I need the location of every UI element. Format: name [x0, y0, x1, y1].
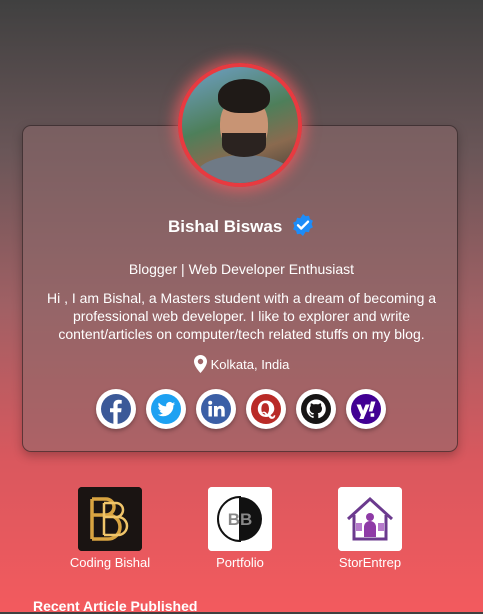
profile-tagline: Blogger | Web Developer Enthusiast [128, 261, 355, 277]
verified-badge-icon [293, 214, 313, 236]
profile-location: Kolkata, India [0, 355, 483, 374]
profile-name: Bishal Biswas [167, 217, 283, 236]
github-icon [301, 394, 331, 424]
facebook-link[interactable] [96, 389, 136, 429]
social-links [96, 389, 386, 429]
profile-bio: Hi , I am Bishal, a Masters student with… [46, 290, 437, 342]
storentrep-label: StorEntrep [338, 555, 402, 570]
linkedin-icon [201, 394, 231, 424]
quora-link[interactable] [246, 389, 286, 429]
svg-text:BB: BB [228, 510, 253, 529]
portfolio-logo-icon: BB [208, 487, 272, 551]
location-pin-icon [193, 355, 207, 373]
facebook-icon [101, 394, 131, 424]
project-links: Coding Bishal BB Portfolio StorEntrep [55, 487, 425, 577]
linkedin-link[interactable] [196, 389, 236, 429]
portfolio-link[interactable]: BB Portfolio [185, 487, 295, 571]
storentrep-logo-icon [338, 487, 402, 551]
twitter-link[interactable] [146, 389, 186, 429]
location-text: Kolkata, India [210, 357, 290, 372]
twitter-icon [151, 394, 181, 424]
coding-bishal-label: Coding Bishal [69, 555, 151, 570]
profile-name-row: Bishal Biswas [0, 213, 483, 240]
quora-icon [251, 394, 281, 424]
github-link[interactable] [296, 389, 336, 429]
profile-avatar [178, 63, 302, 187]
storentrep-link[interactable]: StorEntrep [315, 487, 425, 571]
portfolio-label: Portfolio [216, 555, 264, 570]
coding-bishal-logo-icon [78, 487, 142, 551]
yahoo-link[interactable] [346, 389, 386, 429]
coding-bishal-link[interactable]: Coding Bishal [55, 487, 165, 571]
yahoo-icon [351, 394, 381, 424]
